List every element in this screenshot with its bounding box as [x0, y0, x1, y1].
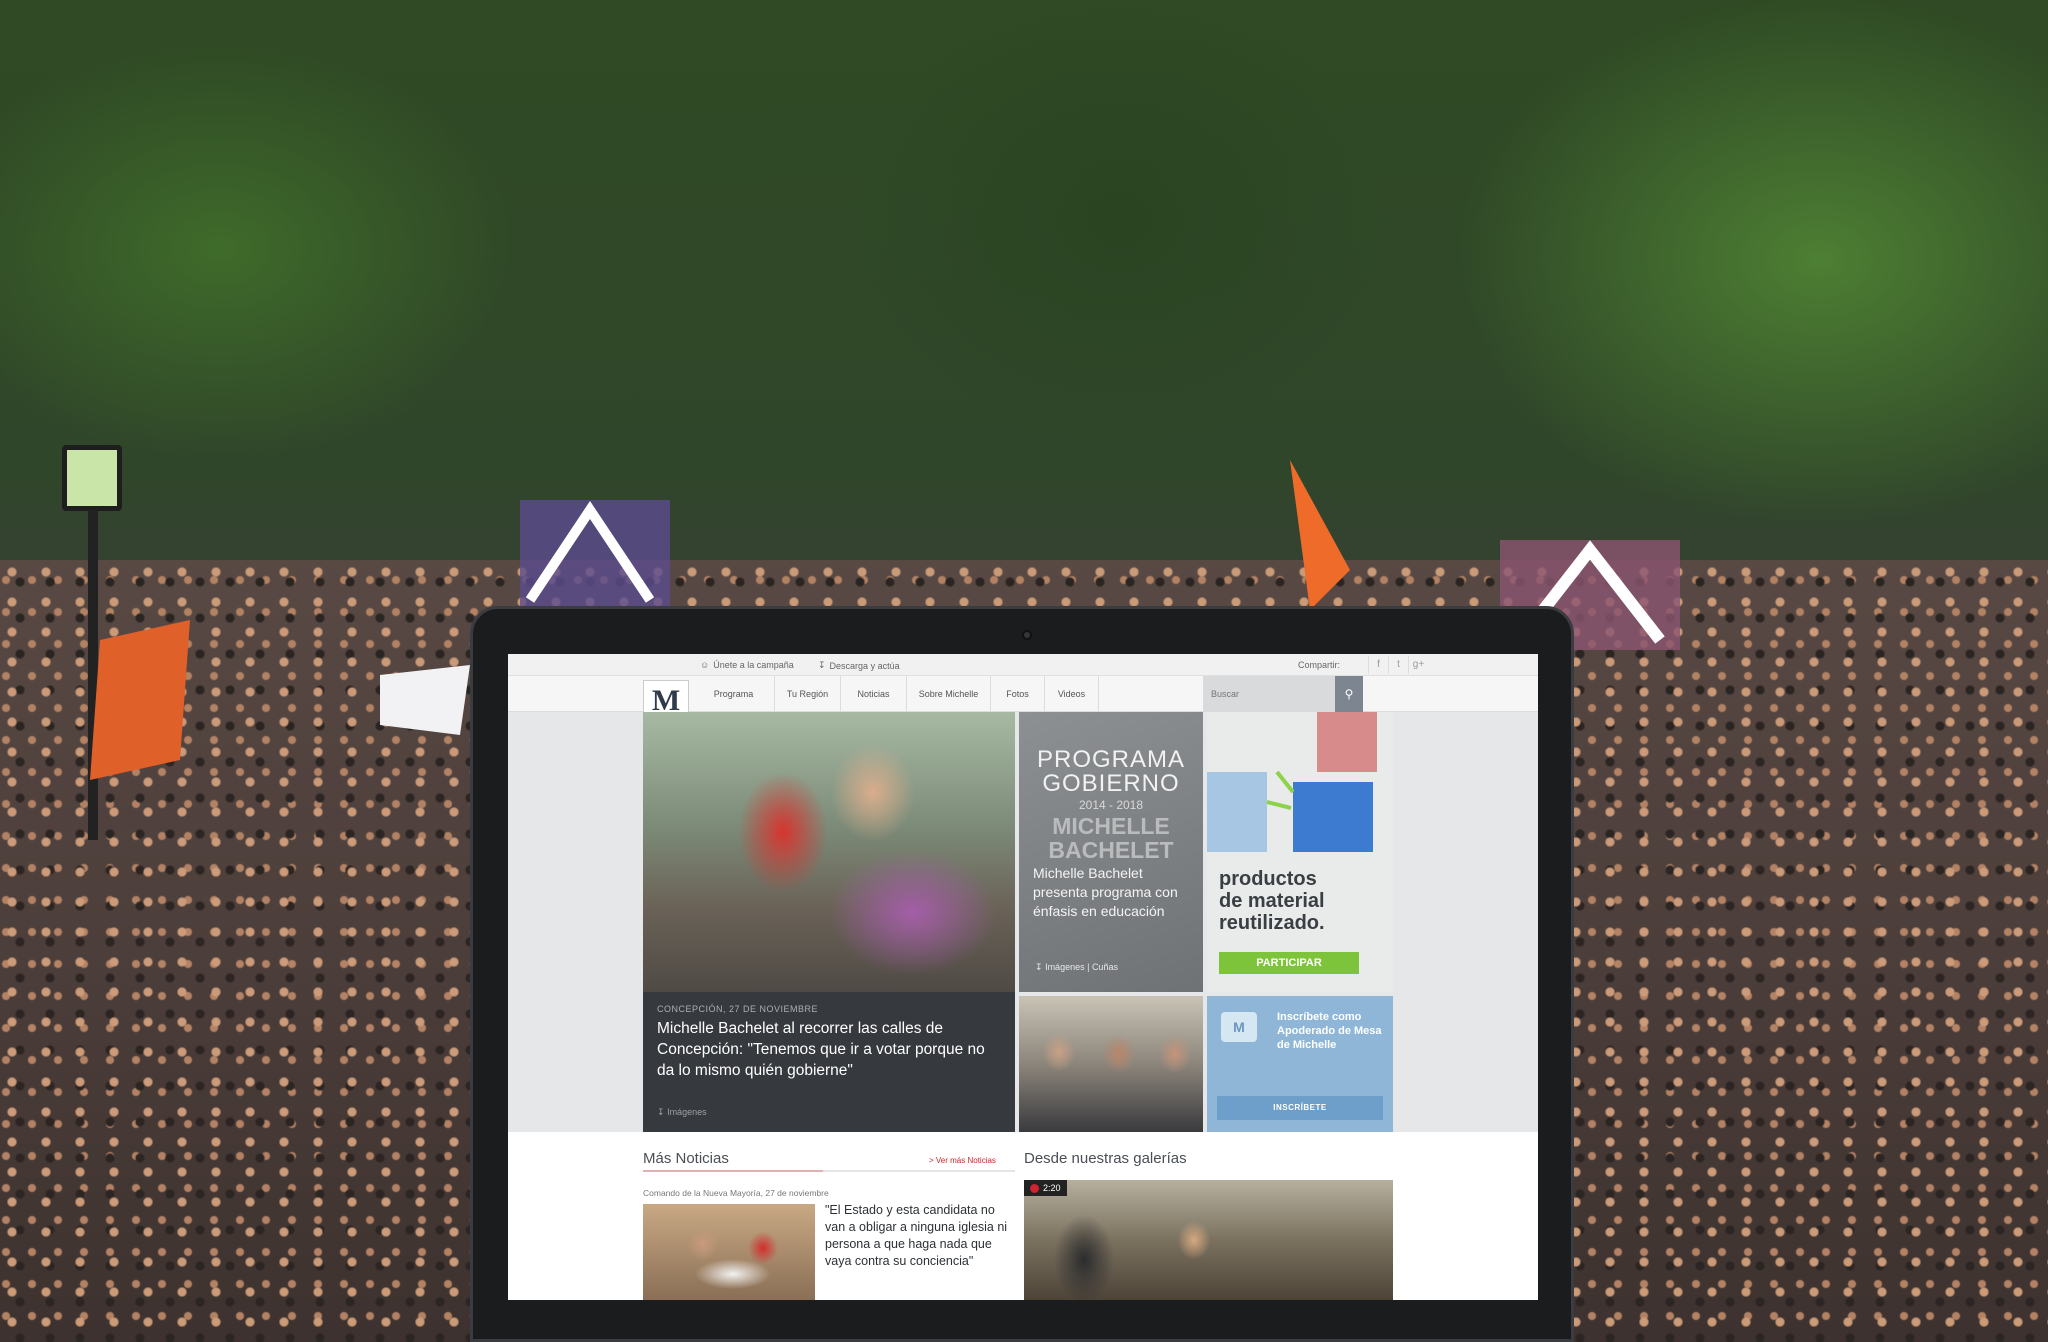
download-icon: ↧	[1035, 962, 1043, 972]
news-section-title: Más Noticias	[643, 1150, 729, 1167]
twitter-icon[interactable]: t	[1388, 656, 1408, 674]
gallery-video[interactable]	[1024, 1180, 1393, 1300]
nav-item-programa[interactable]: Programa	[693, 676, 775, 712]
lower-section: Más Noticias > Ver más Noticias Comando …	[508, 1132, 1538, 1300]
inscribete-button[interactable]: INSCRÍBETE	[1217, 1096, 1383, 1120]
more-news-link[interactable]: > Ver más Noticias	[929, 1156, 996, 1165]
program-name: MICHELLE BACHELET	[1019, 814, 1203, 862]
nav-item-tu-region[interactable]: Tu Región	[775, 676, 841, 712]
hero-story[interactable]: CONCEPCIÓN, 27 DE NOVIEMBRE Michelle Bac…	[643, 992, 1015, 1132]
orange-flag-center	[1290, 460, 1350, 610]
program-heading: PROGRAMA GOBIERNO	[1019, 748, 1203, 796]
search-input[interactable]	[1203, 676, 1331, 712]
news-photo[interactable]	[643, 1204, 815, 1300]
program-card[interactable]: PROGRAMA GOBIERNO 2014 - 2018 MICHELLE B…	[1019, 712, 1203, 992]
program-media: ↧ Imágenes | Cuñas	[1035, 962, 1118, 972]
program-name-line1: MICHELLE	[1052, 813, 1170, 839]
join-campaign-link[interactable]: ☺ Únete a la campaña	[700, 660, 794, 670]
hero-title[interactable]: Michelle Bachelet al recorrer las calles…	[657, 1018, 1001, 1081]
participar-button[interactable]: PARTICIPAR	[1219, 952, 1359, 974]
laptop: ☺ Únete a la campaña ↧ Descarga y actúa …	[470, 606, 1574, 1342]
hero-media-label: Imágenes	[667, 1107, 707, 1117]
main-nav: M Programa Tu Región Noticias Sobre Mich…	[508, 676, 1538, 724]
top-bar: ☺ Únete a la campaña ↧ Descarga y actúa …	[508, 654, 1538, 676]
purple-banner-left	[520, 500, 670, 610]
news-divider	[643, 1170, 1015, 1172]
program-heading-line2: GOBIERNO	[1042, 770, 1180, 797]
program-name-line2: BACHELET	[1048, 837, 1174, 863]
promo-card[interactable]: productos de material reutilizado. PARTI…	[1207, 712, 1393, 992]
program-years: 2014 - 2018	[1078, 798, 1144, 812]
apoderado-card[interactable]: M Inscríbete como Apoderado de Mesa de M…	[1207, 996, 1393, 1132]
promo-text-line2: de material	[1219, 890, 1325, 912]
news-quote[interactable]: "El Estado y esta candidata no van a obl…	[825, 1202, 1015, 1270]
hero-media[interactable]: ↧ Imágenes	[657, 1107, 707, 1118]
download-act-link[interactable]: ↧ Descarga y actúa	[818, 660, 900, 671]
apoderado-text: Inscríbete como Apoderado de Mesa de Mic…	[1277, 1011, 1382, 1051]
hero-photo[interactable]	[643, 712, 1015, 992]
search-icon[interactable]: ⚲	[1335, 676, 1363, 712]
nav-item-sobre-michelle[interactable]: Sobre Michelle	[907, 676, 991, 712]
program-heading-line1: PROGRAMA	[1036, 746, 1185, 773]
video-duration-badge: 2:20	[1024, 1180, 1067, 1196]
promo-text-line1: productos	[1219, 868, 1317, 890]
promo-text-line3: reutilizado.	[1219, 912, 1325, 934]
promo-text: productos de material reutilizado.	[1219, 868, 1325, 934]
user-icon: ☺	[700, 660, 710, 670]
program-description: Michelle Bachelet presenta programa con …	[1033, 865, 1178, 919]
download-icon: ↧	[657, 1107, 665, 1117]
download-icon: ↧	[818, 660, 826, 670]
nav-item-fotos[interactable]: Fotos	[991, 676, 1045, 712]
promo-bag-illustration	[1207, 712, 1377, 852]
nav-item-noticias[interactable]: Noticias	[841, 676, 907, 712]
nav-item-videos[interactable]: Videos	[1045, 676, 1099, 712]
orange-flag-left	[90, 620, 190, 780]
chat-icon: M	[1221, 1012, 1257, 1042]
clock-icon	[1030, 1183, 1039, 1193]
facebook-icon[interactable]: f	[1368, 656, 1388, 674]
webcam	[1022, 630, 1032, 640]
google-plus-icon[interactable]: g+	[1408, 656, 1428, 674]
white-sign-left	[380, 665, 470, 735]
video-duration: 2:20	[1043, 1183, 1061, 1193]
hero-meta: CONCEPCIÓN, 27 DE NOVIEMBRE	[657, 1004, 819, 1014]
news-meta: Comando de la Nueva Mayoría, 27 de novie…	[643, 1188, 829, 1198]
program-media-images[interactable]: Imágenes	[1045, 962, 1085, 972]
download-act-label: Descarga y actúa	[829, 660, 900, 671]
youth-photo[interactable]	[1019, 996, 1203, 1132]
street-lamp	[62, 445, 122, 511]
laptop-screen: ☺ Únete a la campaña ↧ Descarga y actúa …	[508, 654, 1538, 1300]
program-media-cunas[interactable]: Cuñas	[1092, 962, 1118, 972]
galleries-section-title: Desde nuestras galerías	[1024, 1150, 1187, 1167]
share-label: Compartir:	[1297, 660, 1340, 670]
search-box: ⚲	[1203, 676, 1363, 712]
join-campaign-label: Únete a la campaña	[713, 660, 794, 670]
